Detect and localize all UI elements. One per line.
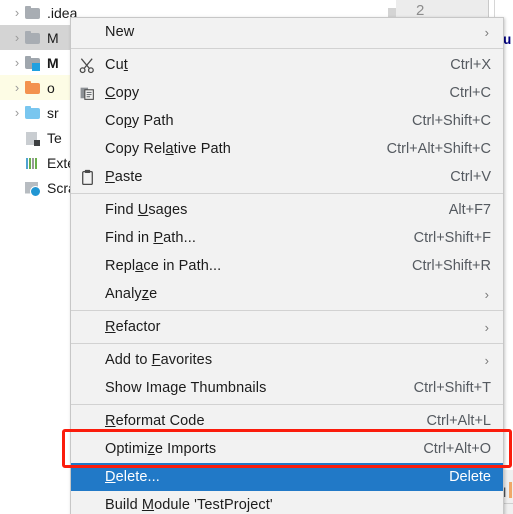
folder-gray-icon xyxy=(24,30,42,46)
menu-item-add-to-favorites[interactable]: Add to Favorites › xyxy=(71,346,503,374)
menu-item-shortcut: Ctrl+Alt+O xyxy=(423,441,491,457)
menu-item-shortcut: Ctrl+Shift+F xyxy=(413,230,491,246)
tree-expand-arrow-icon: › xyxy=(10,156,24,169)
tree-expand-arrow-icon: › xyxy=(10,131,24,144)
menu-item-label: Optimize Imports xyxy=(105,441,217,457)
clipboard-icon xyxy=(77,167,99,187)
menu-item-label: Copy Relative Path xyxy=(105,141,231,157)
menu-item-icon-placeholder xyxy=(77,256,99,276)
menu-item-label: Delete... xyxy=(105,469,160,485)
menu-item-shortcut: Ctrl+Alt+Shift+C xyxy=(386,141,491,157)
menu-item-shortcut: Delete xyxy=(449,469,491,485)
menu-separator xyxy=(71,343,503,344)
menu-separator xyxy=(71,404,503,405)
menu-item-copy-relative-path[interactable]: Copy Relative Path Ctrl+Alt+Shift+C xyxy=(71,135,503,163)
menu-item-cut[interactable]: Cut Ctrl+X xyxy=(71,51,503,79)
dialog-scroll-marker xyxy=(509,482,512,498)
menu-item-shortcut: Ctrl+V xyxy=(450,169,491,185)
menu-separator xyxy=(71,48,503,49)
menu-item-label: Build Module 'TestProject' xyxy=(105,497,273,513)
menu-item-label: Show Image Thumbnails xyxy=(105,380,267,396)
menu-item-shortcut: Alt+F7 xyxy=(448,202,491,218)
external-libraries-icon xyxy=(24,155,42,171)
menu-item-label: Paste xyxy=(105,169,143,185)
menu-item-analyze[interactable]: Analyze › xyxy=(71,280,503,308)
menu-item-icon-placeholder xyxy=(77,228,99,248)
menu-item-label: Refactor xyxy=(105,319,161,335)
menu-item-icon-placeholder xyxy=(77,378,99,398)
menu-item-icon-placeholder xyxy=(77,284,99,304)
folder-blue-icon xyxy=(24,105,42,121)
menu-separator xyxy=(71,193,503,194)
tree-expand-arrow-icon[interactable]: › xyxy=(10,31,24,44)
menu-item-copy-path[interactable]: Copy Path Ctrl+Shift+C xyxy=(71,107,503,135)
scissors-icon xyxy=(77,55,99,75)
tree-expand-arrow-icon[interactable]: › xyxy=(10,81,24,94)
copy-icon xyxy=(77,83,99,103)
menu-item-icon-placeholder xyxy=(77,439,99,459)
menu-item-copy[interactable]: Copy Ctrl+C xyxy=(71,79,503,107)
editor-code-fragment: u xyxy=(503,33,512,49)
tree-expand-arrow-icon: › xyxy=(10,181,24,194)
menu-item-label: Copy xyxy=(105,85,140,101)
tree-expand-arrow-icon[interactable]: › xyxy=(10,6,24,19)
menu-item-shortcut: Ctrl+X xyxy=(450,57,491,73)
context-menu[interactable]: New › Cut Ctrl+X Copy Ctrl+C Copy Path Ctrl+Shi… xyxy=(70,17,504,514)
menu-item-new[interactable]: New › xyxy=(71,18,503,46)
menu-item-label: New xyxy=(105,24,135,40)
menu-item-build-module-testproject[interactable]: Build Module 'TestProject' xyxy=(71,491,503,514)
menu-item-label: Replace in Path... xyxy=(105,258,222,274)
tree-item-label: M xyxy=(47,29,59,46)
menu-item-find-in-path[interactable]: Find in Path... Ctrl+Shift+F xyxy=(71,224,503,252)
menu-item-show-image-thumbnails[interactable]: Show Image Thumbnails Ctrl+Shift+T xyxy=(71,374,503,402)
menu-separator xyxy=(71,310,503,311)
chevron-right-icon: › xyxy=(484,24,489,40)
menu-item-icon-placeholder xyxy=(77,467,99,487)
tree-expand-arrow-icon[interactable]: › xyxy=(10,56,24,69)
menu-item-delete[interactable]: Delete... Delete xyxy=(71,463,503,491)
menu-item-replace-in-path[interactable]: Replace in Path... Ctrl+Shift+R xyxy=(71,252,503,280)
tree-item-label: Te xyxy=(47,129,62,146)
menu-item-label: Cut xyxy=(105,57,128,73)
ide-window: ›.idea›M›M›o›sr›Te›Exter›Scrat 2 u el Ne… xyxy=(0,0,513,514)
scratches-icon xyxy=(24,180,42,197)
menu-item-icon-placeholder xyxy=(77,200,99,220)
menu-item-refactor[interactable]: Refactor › xyxy=(71,313,503,341)
menu-item-paste[interactable]: Paste Ctrl+V xyxy=(71,163,503,191)
menu-item-label: Add to Favorites xyxy=(105,352,213,368)
file-iml-icon xyxy=(24,130,42,146)
menu-item-icon-placeholder xyxy=(77,411,99,431)
menu-item-shortcut: Ctrl+Shift+R xyxy=(412,258,491,274)
tree-item-label: sr xyxy=(47,104,59,121)
menu-item-label: Analyze xyxy=(105,286,158,302)
menu-item-find-usages[interactable]: Find Usages Alt+F7 xyxy=(71,196,503,224)
menu-item-label: Find in Path... xyxy=(105,230,196,246)
chevron-right-icon: › xyxy=(484,352,489,368)
chevron-right-icon: › xyxy=(484,319,489,335)
menu-item-reformat-code[interactable]: Reformat Code Ctrl+Alt+L xyxy=(71,407,503,435)
menu-item-optimize-imports[interactable]: Optimize Imports Ctrl+Alt+O xyxy=(71,435,503,463)
menu-item-icon-placeholder xyxy=(77,22,99,42)
menu-item-label: Reformat Code xyxy=(105,413,205,429)
tree-expand-arrow-icon[interactable]: › xyxy=(10,106,24,119)
menu-item-icon-placeholder xyxy=(77,350,99,370)
menu-item-icon-placeholder xyxy=(77,139,99,159)
menu-item-icon-placeholder xyxy=(77,317,99,337)
menu-item-icon-placeholder xyxy=(77,495,99,514)
menu-item-shortcut: Ctrl+Shift+T xyxy=(413,380,491,396)
tree-item-label: M xyxy=(47,54,59,71)
module-folder-icon xyxy=(24,55,42,71)
tree-item-label: o xyxy=(47,79,55,96)
folder-gray-icon xyxy=(24,5,42,21)
menu-item-icon-placeholder xyxy=(77,111,99,131)
menu-item-shortcut: Ctrl+Alt+L xyxy=(426,413,491,429)
menu-item-shortcut: Ctrl+Shift+C xyxy=(412,113,491,129)
menu-item-label: Copy Path xyxy=(105,113,174,129)
menu-item-label: Find Usages xyxy=(105,202,188,218)
menu-item-shortcut: Ctrl+C xyxy=(449,85,492,101)
chevron-right-icon: › xyxy=(484,286,489,302)
folder-orange-icon xyxy=(24,80,42,96)
